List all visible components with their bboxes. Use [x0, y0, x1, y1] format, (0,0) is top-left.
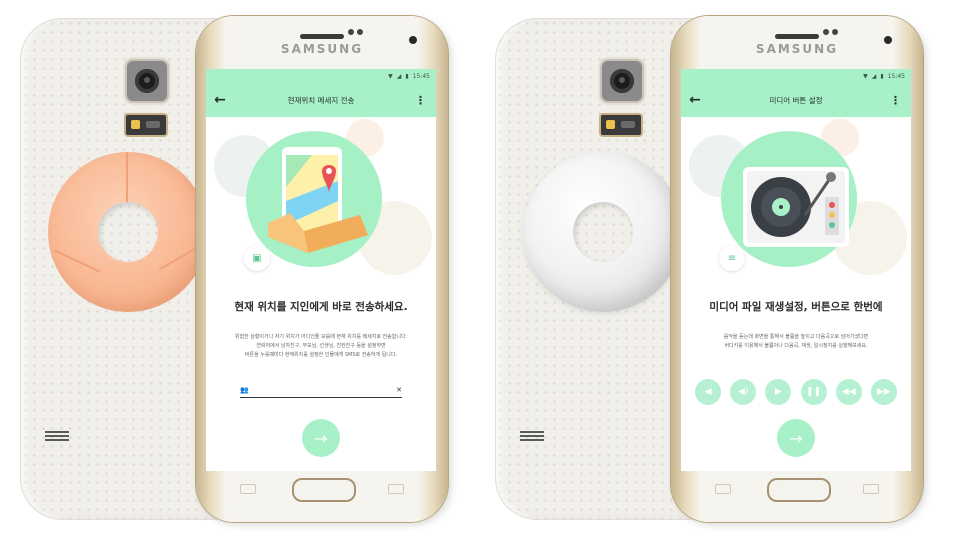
home-button[interactable]: [767, 478, 831, 502]
location-illustration: ▣: [206, 117, 436, 275]
play-icon[interactable]: ▶: [765, 379, 792, 405]
description-line: 버디키를 이용해서 볼륨이나 다음곡, 재생, 일시정지를 실행해보세요.: [724, 343, 868, 349]
brand-logo: SAMSUNG: [280, 42, 364, 56]
description-line: 버튼을 누를때마다 현재위치를 설정한 인물에게 SMS로 전송하게 됩니다.: [244, 352, 398, 358]
rear-camera: [600, 59, 644, 103]
page-title: 미디어 버튼 설정: [769, 95, 823, 105]
status-time: 15:45: [887, 72, 905, 80]
description-line: 위험한 상황이거나 자기 위치가 어디인줄 모를때 현재 위치를 메세지로 전송…: [234, 334, 408, 340]
rear-speaker: [45, 431, 69, 443]
earpiece: [300, 34, 344, 39]
battery-icon: ▮: [880, 72, 884, 80]
turntable-icon: [743, 167, 849, 247]
status-bar: ▼ ◢ ▮ 15:45: [206, 69, 436, 83]
brand-logo: SAMSUNG: [755, 42, 839, 56]
sensors: [823, 29, 841, 35]
camera-flash: [124, 113, 168, 137]
description-line: 연락처에서 남자친구, 부모님, 선생님, 친한친구 등을 설정하면: [256, 343, 386, 349]
rear-speaker: [520, 431, 544, 443]
home-button[interactable]: [292, 478, 356, 502]
pause-icon[interactable]: ❚❚: [800, 379, 827, 405]
volume-up-icon[interactable]: ◀): [730, 379, 757, 405]
contact-field[interactable]: 👥 ✕: [240, 383, 402, 398]
accessory-ring-peach[interactable]: [48, 152, 208, 312]
app-bar: ← 미디어 버튼 설정 ⋮: [681, 83, 911, 117]
media-controls: ◀ ◀) ▶ ❚❚ ◀◀ ▶▶: [695, 379, 897, 405]
recent-apps-key[interactable]: [240, 484, 256, 494]
headline: 현재 위치를 지인에게 바로 전송하세요.: [234, 301, 408, 313]
accessory-ring-white[interactable]: [523, 152, 683, 312]
next-button[interactable]: →: [777, 419, 815, 457]
signal-icon: ◢: [871, 72, 877, 80]
rear-camera: [125, 59, 169, 103]
more-vertical-icon[interactable]: ⋮: [415, 94, 426, 107]
arrow-right-icon: →: [789, 428, 803, 448]
map-badge: ▣: [244, 245, 270, 271]
more-vertical-icon[interactable]: ⋮: [890, 94, 901, 107]
sensors: [348, 29, 366, 35]
description: 음악을 듣는데 화면을 통해서 볼륨을 높이고 다음곡으로 넘어가셨다면 버디키…: [691, 333, 901, 351]
signal-icon: ◢: [396, 72, 402, 80]
status-time: 15:45: [412, 72, 430, 80]
arrow-left-icon[interactable]: ←: [206, 92, 234, 108]
phone-front: SAMSUNG ▼ ◢ ▮ 15:45 ← 미디어 버튼 설정 ⋮ ≡ 미디어 …: [671, 16, 923, 522]
app-screen: ▼ ◢ ▮ 15:45 ← 미디어 버튼 설정 ⋮ ≡ 미디어 파일 재생설정,…: [681, 69, 911, 471]
volume-down-icon[interactable]: ◀: [695, 379, 721, 405]
next-track-icon[interactable]: ▶▶: [870, 379, 897, 405]
map-phone-icon: [268, 147, 368, 253]
turntable-illustration: ≡: [681, 117, 911, 275]
close-icon[interactable]: ✕: [396, 386, 402, 394]
earpiece: [775, 34, 819, 39]
scene-media: SAMSUNG ▼ ◢ ▮ 15:45 ← 미디어 버튼 설정 ⋮ ≡ 미디어 …: [475, 0, 945, 537]
back-key[interactable]: [388, 484, 404, 494]
app-screen: ▼ ◢ ▮ 15:45 ← 현재위치 메세지 전송 ⋮ ▣ 현재 위치를 지인에…: [206, 69, 436, 471]
wifi-icon: ▼: [863, 72, 868, 80]
description: 위험한 상황이거나 자기 위치가 어디인줄 모를때 현재 위치를 메세지로 전송…: [216, 333, 426, 360]
status-bar: ▼ ◢ ▮ 15:45: [681, 69, 911, 83]
arrow-right-icon: →: [314, 428, 328, 448]
battery-icon: ▮: [405, 72, 409, 80]
contact-input[interactable]: [252, 387, 393, 393]
description-line: 음악을 듣는데 화면을 통해서 볼륨을 높이고 다음곡으로 넘어가셨다면: [723, 334, 869, 340]
scene-location: SAMSUNG ▼ ◢ ▮ 15:45 ← 현재위치 메세지 전송 ⋮ ▣ 현재…: [0, 0, 470, 537]
back-key[interactable]: [863, 484, 879, 494]
phone-front: SAMSUNG ▼ ◢ ▮ 15:45 ← 현재위치 메세지 전송 ⋮ ▣ 현재…: [196, 16, 448, 522]
previous-icon[interactable]: ◀◀: [835, 379, 862, 405]
playlist-badge: ≡: [719, 245, 745, 271]
headline: 미디어 파일 재생설정, 버튼으로 한번에: [709, 301, 883, 313]
person-add-icon[interactable]: 👥: [240, 386, 249, 394]
recent-apps-key[interactable]: [715, 484, 731, 494]
camera-flash: [599, 113, 643, 137]
app-bar: ← 현재위치 메세지 전송 ⋮: [206, 83, 436, 117]
page-title: 현재위치 메세지 전송: [287, 95, 355, 105]
wifi-icon: ▼: [388, 72, 393, 80]
next-button[interactable]: →: [302, 419, 340, 457]
arrow-left-icon[interactable]: ←: [681, 92, 709, 108]
